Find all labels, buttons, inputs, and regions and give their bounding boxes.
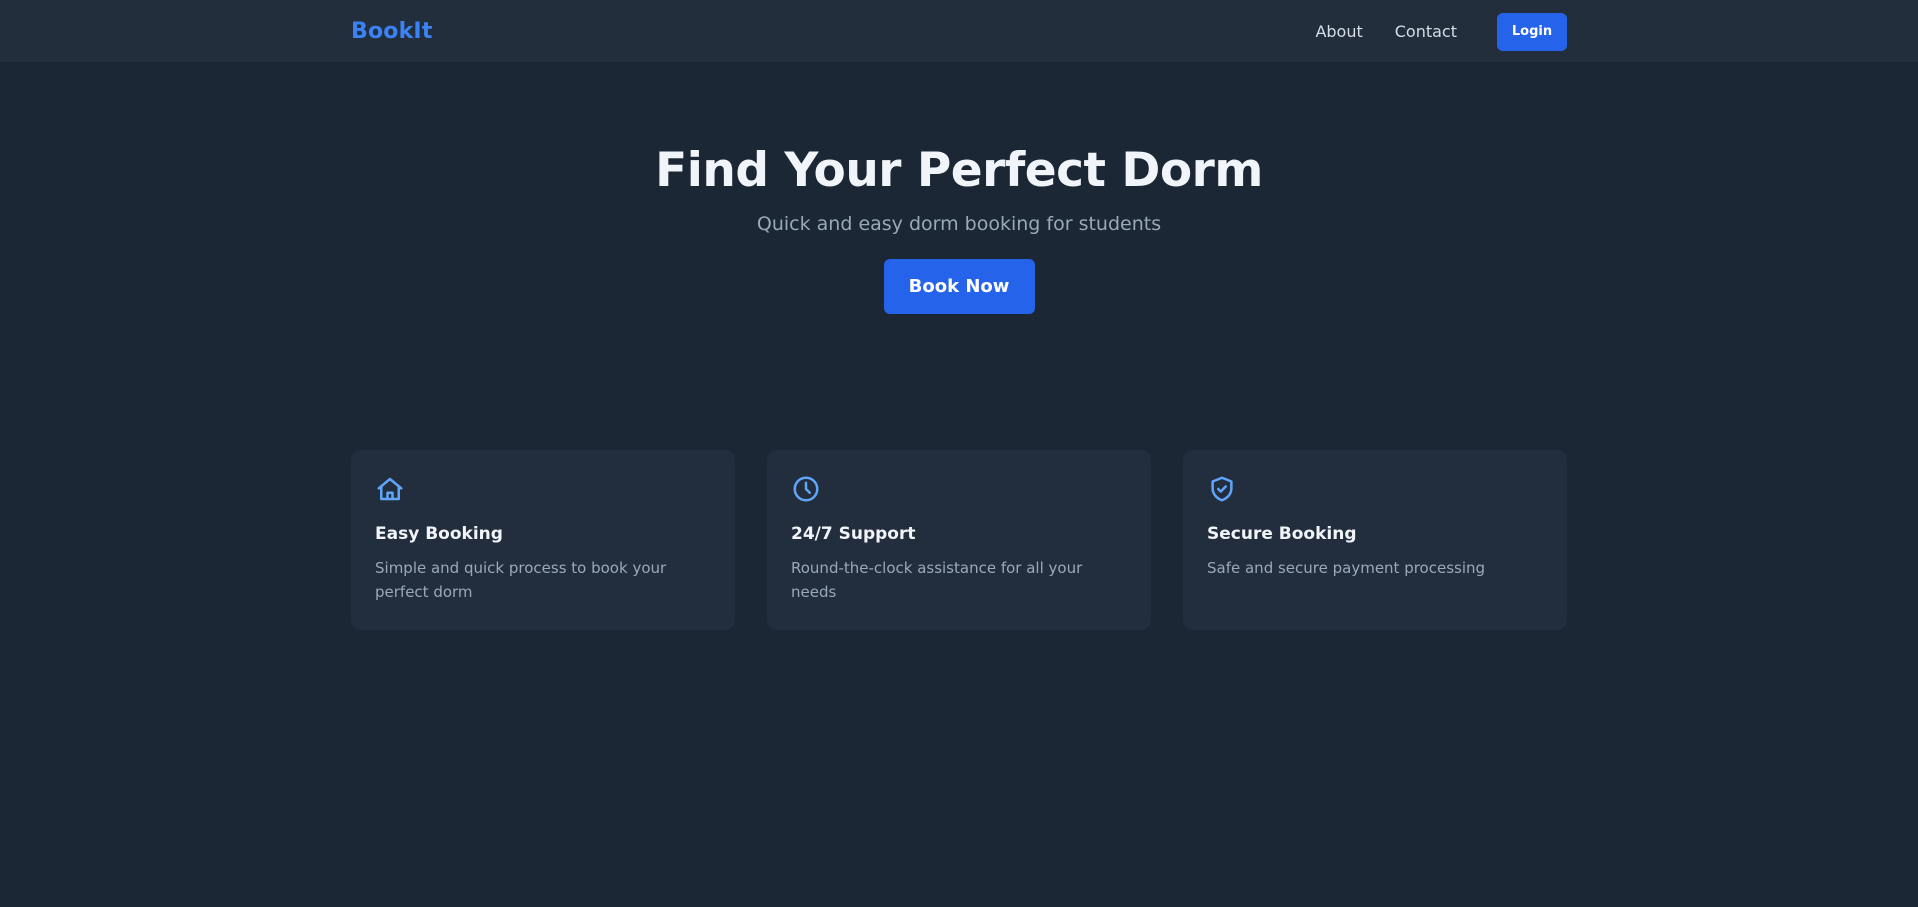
- shield-check-icon: [1211, 476, 1233, 502]
- navbar-inner: BookIt About Contact Login: [351, 0, 1567, 63]
- feature-title: 24/7 Support: [791, 524, 916, 544]
- home-icon: [377, 477, 403, 501]
- feature-title: Easy Booking: [375, 524, 503, 544]
- hero-section: Find Your Perfect Dorm Quick and easy do…: [0, 63, 1918, 314]
- feature-card-easy-booking: Easy Booking Simple and quick process to…: [351, 450, 735, 630]
- nav-links: About Contact Login: [1283, 12, 1567, 51]
- feature-title: Secure Booking: [1207, 524, 1357, 544]
- brand-logo[interactable]: BookIt: [351, 19, 433, 44]
- login-button[interactable]: Login: [1497, 12, 1567, 51]
- hero-title: Find Your Perfect Dorm: [655, 143, 1263, 198]
- feature-description: Safe and secure payment processing: [1207, 559, 1486, 577]
- feature-description: Round-the-clock assistance for all your …: [791, 559, 1083, 601]
- feature-description: Simple and quick process to book your pe…: [375, 559, 667, 601]
- clock-icon: [793, 476, 819, 502]
- nav-link-contact[interactable]: Contact: [1395, 22, 1457, 41]
- book-now-button[interactable]: Book Now: [883, 259, 1035, 314]
- feature-card-secure-booking: Secure Booking Safe and secure payment p…: [1183, 450, 1567, 630]
- features-section: Easy Booking Simple and quick process to…: [351, 450, 1567, 630]
- feature-card-support: 24/7 Support Round-the-clock assistance …: [767, 450, 1151, 630]
- nav-link-about[interactable]: About: [1315, 22, 1362, 41]
- navbar: BookIt About Contact Login: [0, 0, 1918, 63]
- hero-subtitle: Quick and easy dorm booking for students: [756, 213, 1162, 235]
